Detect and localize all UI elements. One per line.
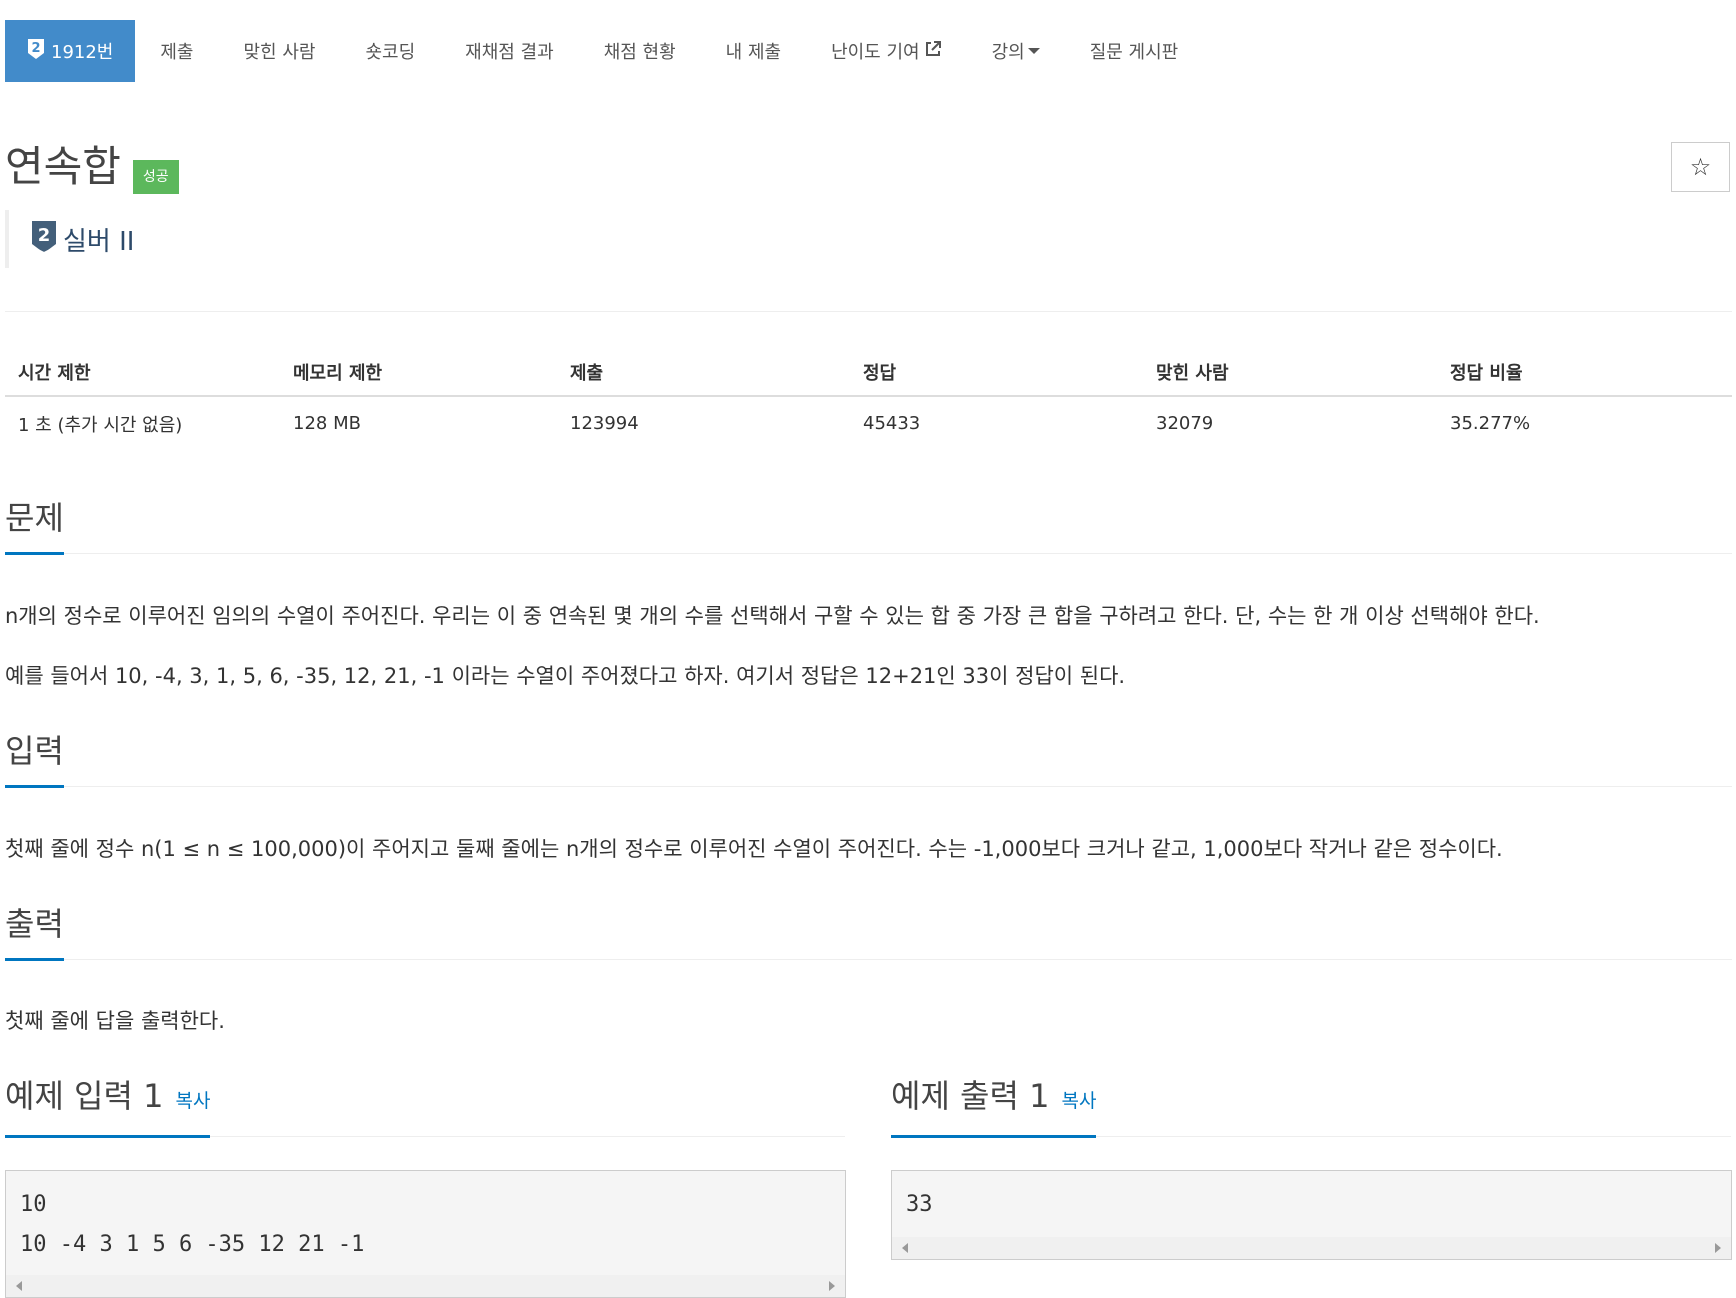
tab-problem[interactable]: 2 1912번 [5,20,136,82]
tab-difficulty-label: 난이도 기여 [831,42,920,63]
scroll-left-icon[interactable] [902,1243,908,1253]
output-section-header: 출력 [5,902,1732,961]
sample-output-content: 33 [906,1192,933,1217]
tier-silver-icon: 2 [27,38,45,65]
svg-text:2: 2 [38,225,51,246]
cell-time-limit: 1 초 (추가 시간 없음) [18,414,183,436]
tier-silver-icon: 2 [31,220,57,258]
sample-input-title: 예제 입력 1 [5,1077,164,1115]
cell-memory-limit: 128 MB [293,413,361,434]
input-heading: 입력 [5,729,64,788]
page-title: 연속합 [5,142,121,191]
svg-text:2: 2 [31,41,40,56]
sample-input-box[interactable]: 10 10 -4 3 1 5 6 -35 12 21 -1 [5,1170,846,1298]
sample-output-title: 예제 출력 1 [891,1077,1050,1115]
tab-short-coding[interactable]: 숏코딩 [340,20,440,82]
output-description: 첫째 줄에 답을 출력한다. [5,1009,225,1033]
table-header-row: 시간 제한 메모리 제한 제출 정답 맞힌 사람 정답 비율 [5,348,1732,397]
horizontal-scrollbar[interactable] [892,1237,1731,1259]
problem-heading: 문제 [5,496,64,555]
tab-solved-users[interactable]: 맞힌 사람 [219,20,341,82]
input-section-header: 입력 [5,729,1732,788]
cell-submissions: 123994 [570,413,639,434]
tab-problem-label: 1912번 [51,42,114,63]
scroll-left-icon[interactable] [16,1281,22,1291]
sample-output-box[interactable]: 33 [891,1170,1732,1260]
problem-description-2: 예를 들어서 10, -4, 3, 1, 5, 6, -35, 12, 21, … [5,664,1126,688]
horizontal-scrollbar[interactable] [6,1275,845,1297]
tab-submit[interactable]: 제출 [135,20,218,82]
scroll-right-icon[interactable] [1715,1243,1721,1253]
sample-input-header: 예제 입력 1 복사 [5,1074,845,1138]
problem-info-table: 시간 제한 메모리 제한 제출 정답 맞힌 사람 정답 비율 1 초 (추가 시… [5,348,1732,450]
tab-lectures-label: 강의 [991,42,1025,63]
problem-level: 2 실버 II [5,210,134,268]
cell-accepted: 45433 [863,413,921,434]
sample-output-heading: 예제 출력 1 복사 [891,1074,1097,1138]
header-accepted: 정답 [850,348,1143,397]
tab-rejudge-results[interactable]: 재채점 결과 [440,20,579,82]
scroll-right-icon[interactable] [829,1281,835,1291]
chevron-down-icon [1027,48,1040,54]
tab-lectures[interactable]: 강의 [967,20,1065,82]
external-link-icon [924,40,942,63]
header-submissions: 제출 [557,348,850,397]
sample-input-heading: 예제 입력 1 복사 [5,1074,211,1138]
divider [5,311,1732,312]
table-row: 1 초 (추가 시간 없음) 128 MB 123994 45433 32079… [5,396,1732,450]
sample-output-header: 예제 출력 1 복사 [891,1074,1731,1138]
problem-nav: 2 1912번 제출 맞힌 사람 숏코딩 재채점 결과 채점 현황 내 제출 난… [5,20,1203,82]
output-heading: 출력 [5,902,64,961]
level-label: 실버 II [63,226,135,257]
sample-input-content: 10 10 -4 3 1 5 6 -35 12 21 -1 [20,1192,365,1257]
tab-judge-status[interactable]: 채점 현황 [579,20,701,82]
problem-title-row: 연속합 성공 [5,140,179,194]
tab-my-submissions[interactable]: 내 제출 [701,20,806,82]
copy-output-button[interactable]: 복사 [1061,1090,1096,1112]
header-time-limit: 시간 제한 [5,348,280,397]
header-accept-ratio: 정답 비율 [1437,348,1732,397]
header-memory-limit: 메모리 제한 [280,348,557,397]
header-solved-users: 맞힌 사람 [1143,348,1437,397]
problem-description-1: n개의 정수로 이루어진 임의의 수열이 주어진다. 우리는 이 중 연속된 몇… [5,604,1540,628]
input-description: 첫째 줄에 정수 n(1 ≤ n ≤ 100,000)이 주어지고 둘째 줄에는… [5,837,1503,861]
star-icon: ☆ [1689,153,1712,181]
tab-qna-board[interactable]: 질문 게시판 [1065,20,1204,82]
copy-input-button[interactable]: 복사 [175,1090,210,1112]
favorite-star-button[interactable]: ☆ [1671,142,1730,192]
cell-solved-users: 32079 [1156,413,1214,434]
problem-section-header: 문제 [5,496,1732,555]
cell-accept-ratio: 35.277% [1450,413,1531,434]
tab-difficulty-contribution[interactable]: 난이도 기여 [806,20,967,82]
status-badge: 성공 [132,160,179,194]
